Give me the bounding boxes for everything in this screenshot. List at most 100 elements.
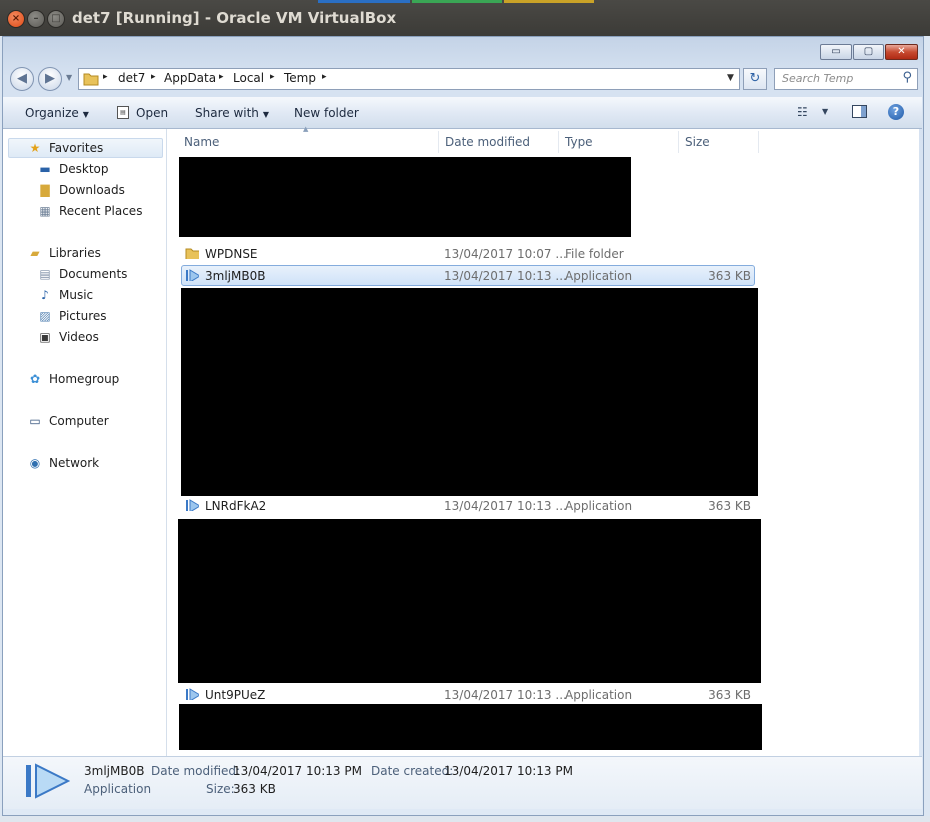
column-header-size[interactable]: Size bbox=[685, 131, 710, 153]
preview-pane-icon[interactable] bbox=[852, 105, 867, 118]
table-row[interactable]: Unt9PUeZ 13/04/2017 10:13 ... Applicatio… bbox=[181, 685, 755, 705]
recent-pages-dropdown[interactable]: ▼ bbox=[66, 73, 72, 82]
breadcrumb-separator[interactable]: ▸ bbox=[103, 72, 108, 82]
table-row-selected[interactable]: 3mljMB0B 13/04/2017 10:13 ... Applicatio… bbox=[181, 265, 755, 286]
share-with-button[interactable]: Share with ▼ bbox=[195, 106, 269, 120]
documents-icon: ▤ bbox=[39, 267, 51, 281]
maximize-icon: □ bbox=[51, 13, 61, 24]
back-button[interactable]: ◀ bbox=[10, 67, 34, 91]
sidebar-item-music[interactable]: ♪ Music bbox=[37, 286, 93, 304]
file-size: 363 KB bbox=[708, 269, 751, 283]
back-arrow-icon: ◀ bbox=[17, 71, 27, 86]
sidebar-item-pictures[interactable]: ▨ Pictures bbox=[37, 307, 106, 325]
details-file-name: 3mljMB0B bbox=[84, 764, 145, 778]
host-close-button[interactable]: × bbox=[7, 10, 25, 28]
details-date-modified-label: Date modified: bbox=[151, 764, 241, 778]
refresh-icon: ↻ bbox=[749, 71, 761, 86]
host-maximize-button[interactable]: □ bbox=[47, 10, 65, 28]
column-divider[interactable] bbox=[758, 131, 759, 153]
help-icon[interactable]: ? bbox=[888, 104, 904, 120]
view-options-dropdown[interactable]: ▼ bbox=[822, 107, 828, 116]
forward-button[interactable]: ▶ bbox=[38, 67, 62, 91]
file-type: Application bbox=[565, 688, 633, 702]
details-file-type: Application bbox=[84, 782, 152, 796]
breadcrumb-det7[interactable]: det7 bbox=[118, 71, 145, 85]
file-date: 13/04/2017 10:13 ... bbox=[444, 499, 567, 513]
music-icon: ♪ bbox=[41, 288, 49, 302]
sidebar-item-videos[interactable]: ▣ Videos bbox=[37, 328, 99, 346]
file-name: Unt9PUeZ bbox=[205, 688, 266, 702]
breadcrumb-separator[interactable]: ▸ bbox=[219, 72, 224, 82]
homegroup-icon: ✿ bbox=[29, 372, 41, 386]
search-icon[interactable]: ⚲ bbox=[902, 70, 912, 85]
column-header-name[interactable]: Name bbox=[184, 131, 219, 153]
minimize-icon: – bbox=[33, 13, 39, 24]
search-input[interactable]: Search Temp ⚲ bbox=[774, 68, 918, 90]
column-header-type[interactable]: Type bbox=[565, 131, 593, 153]
breadcrumb-separator[interactable]: ▸ bbox=[270, 72, 275, 82]
column-header-date-modified[interactable]: Date modified bbox=[445, 131, 530, 153]
breadcrumb-separator[interactable]: ▸ bbox=[151, 72, 156, 82]
change-view-icon[interactable]: ☷ bbox=[797, 105, 808, 119]
host-minimize-button[interactable]: – bbox=[27, 10, 45, 28]
sidebar-item-downloads[interactable]: ▇ Downloads bbox=[37, 181, 125, 199]
videos-icon: ▣ bbox=[39, 330, 51, 344]
window-title: det7 [Running] - Oracle VM VirtualBox bbox=[72, 9, 397, 27]
redacted-region bbox=[179, 704, 762, 750]
sort-ascending-icon: ▲ bbox=[303, 125, 309, 133]
table-row[interactable]: LNRdFkA2 13/04/2017 10:13 ... Applicatio… bbox=[181, 496, 755, 516]
sidebar-item-favorites[interactable]: ★ Favorites bbox=[27, 139, 104, 157]
details-date-created: 13/04/2017 10:13 PM bbox=[444, 764, 573, 778]
table-row[interactable]: WPDNSE 13/04/2017 10:07 ... File folder bbox=[181, 244, 755, 264]
close-icon: × bbox=[11, 13, 21, 24]
minimize-icon: ▭ bbox=[831, 46, 841, 57]
sidebar-item-libraries[interactable]: ▰ Libraries bbox=[27, 244, 100, 262]
column-divider[interactable] bbox=[558, 131, 559, 153]
open-icon: ▤ bbox=[117, 106, 129, 119]
libraries-icon: ▰ bbox=[30, 246, 40, 260]
application-large-icon bbox=[26, 763, 70, 799]
column-divider[interactable] bbox=[678, 131, 679, 153]
sidebar-item-computer[interactable]: ▭ Computer bbox=[27, 412, 108, 430]
desktop-icon: ▬ bbox=[39, 162, 51, 176]
sidebar-item-desktop[interactable]: ▬ Desktop bbox=[37, 160, 108, 178]
breadcrumb-temp[interactable]: Temp bbox=[284, 71, 316, 85]
file-type: Application bbox=[565, 269, 633, 283]
network-icon: ◉ bbox=[29, 456, 41, 470]
host-top-strip bbox=[318, 0, 410, 3]
details-size: 363 KB bbox=[233, 782, 276, 796]
sidebar-item-documents[interactable]: ▤ Documents bbox=[37, 265, 127, 283]
file-size: 363 KB bbox=[708, 688, 751, 702]
file-name: 3mljMB0B bbox=[205, 269, 266, 283]
star-icon: ★ bbox=[29, 141, 41, 155]
details-size-label: Size: bbox=[206, 782, 235, 796]
recent-places-icon: ▦ bbox=[39, 204, 51, 218]
close-icon: ✕ bbox=[897, 46, 906, 57]
breadcrumb-appdata[interactable]: AppData bbox=[164, 71, 216, 85]
application-icon bbox=[186, 269, 199, 281]
sidebar-item-recent-places[interactable]: ▦ Recent Places bbox=[37, 202, 142, 220]
address-history-dropdown[interactable]: ▼ bbox=[727, 73, 734, 83]
maximize-icon: ▢ bbox=[863, 46, 874, 57]
new-folder-button[interactable]: New folder bbox=[294, 106, 359, 120]
sidebar-item-homegroup[interactable]: ✿ Homegroup bbox=[27, 370, 119, 388]
explorer-minimize-button[interactable]: ▭ bbox=[820, 44, 852, 60]
explorer-maximize-button[interactable]: ▢ bbox=[853, 44, 884, 60]
explorer-close-button[interactable]: ✕ bbox=[885, 44, 918, 60]
sidebar-item-network[interactable]: ◉ Network bbox=[27, 454, 99, 472]
details-date-created-label: Date created: bbox=[371, 764, 454, 778]
host-top-strip bbox=[412, 0, 502, 3]
column-divider[interactable] bbox=[438, 131, 439, 153]
application-icon bbox=[186, 688, 199, 700]
file-date: 13/04/2017 10:13 ... bbox=[444, 269, 567, 283]
organize-button[interactable]: Organize ▼ bbox=[25, 106, 89, 120]
open-button[interactable]: Open bbox=[136, 106, 168, 120]
breadcrumb-local[interactable]: Local bbox=[233, 71, 264, 85]
chevron-down-icon: ▼ bbox=[82, 110, 89, 119]
chevron-down-icon: ▼ bbox=[262, 110, 270, 119]
file-type: File folder bbox=[565, 247, 624, 261]
pictures-icon: ▨ bbox=[39, 309, 51, 323]
file-date: 13/04/2017 10:07 ... bbox=[444, 247, 567, 261]
refresh-button[interactable]: ↻ bbox=[743, 68, 767, 90]
breadcrumb-separator[interactable]: ▸ bbox=[322, 72, 327, 82]
